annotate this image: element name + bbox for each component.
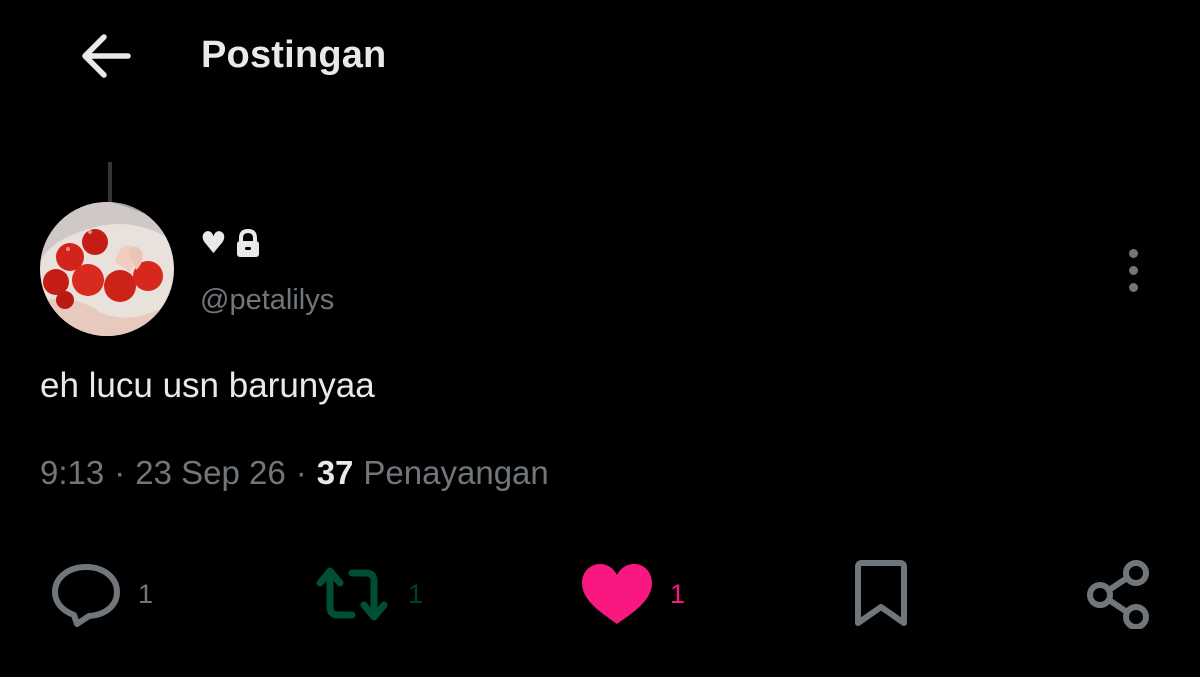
like-count: 1	[670, 578, 686, 609]
bookmark-icon	[855, 560, 907, 626]
back-button[interactable]	[72, 26, 140, 86]
like-button[interactable]: 1	[580, 558, 685, 630]
display-name[interactable]: ♥	[200, 226, 261, 261]
avatar-photo	[40, 202, 174, 336]
retweet-count: 1	[408, 578, 424, 609]
avatar[interactable]	[40, 202, 174, 336]
more-dot-icon	[1128, 248, 1138, 258]
user-handle[interactable]: @petalilys	[200, 284, 334, 317]
retweet-button[interactable]: 1	[312, 558, 423, 630]
post-text-main: eh lucu usn barunya	[40, 366, 356, 405]
thread-connector-line	[108, 162, 112, 202]
share-icon	[1087, 560, 1149, 629]
heart-filled-icon	[582, 564, 652, 624]
retweet-icon	[316, 567, 388, 621]
reply-count: 1	[138, 578, 154, 609]
post-meta: 9:13 · 23 Sep 26 · 37 Penayangan	[40, 454, 549, 492]
page-title: Postingan	[201, 34, 387, 76]
more-dot-icon	[1128, 265, 1138, 275]
post-text: eh lucu usn barunyaa	[40, 366, 375, 406]
post-text-suffix: a	[355, 366, 375, 405]
bookmark-button[interactable]	[848, 558, 914, 630]
post-date[interactable]: 23 Sep 26	[135, 454, 285, 492]
share-button[interactable]	[1084, 558, 1154, 630]
separator-dot: ·	[295, 454, 307, 491]
more-dot-icon	[1128, 282, 1138, 292]
display-name-heart: ♥	[200, 226, 227, 261]
top-bar: Postingan	[0, 0, 1200, 110]
views-label[interactable]: Penayangan	[363, 454, 548, 492]
more-options-button[interactable]	[1110, 242, 1156, 298]
post-detail-page: Postingan ♥ @petalilys eh lucu usn barun…	[0, 0, 1200, 677]
separator-dot: ·	[114, 454, 126, 491]
reply-icon	[52, 564, 120, 627]
lock-icon	[236, 228, 259, 257]
post-time[interactable]: 9:13	[40, 454, 104, 492]
views-count[interactable]: 37	[317, 454, 354, 492]
arrow-left-icon	[82, 34, 131, 78]
reply-button[interactable]: 1	[50, 558, 153, 630]
